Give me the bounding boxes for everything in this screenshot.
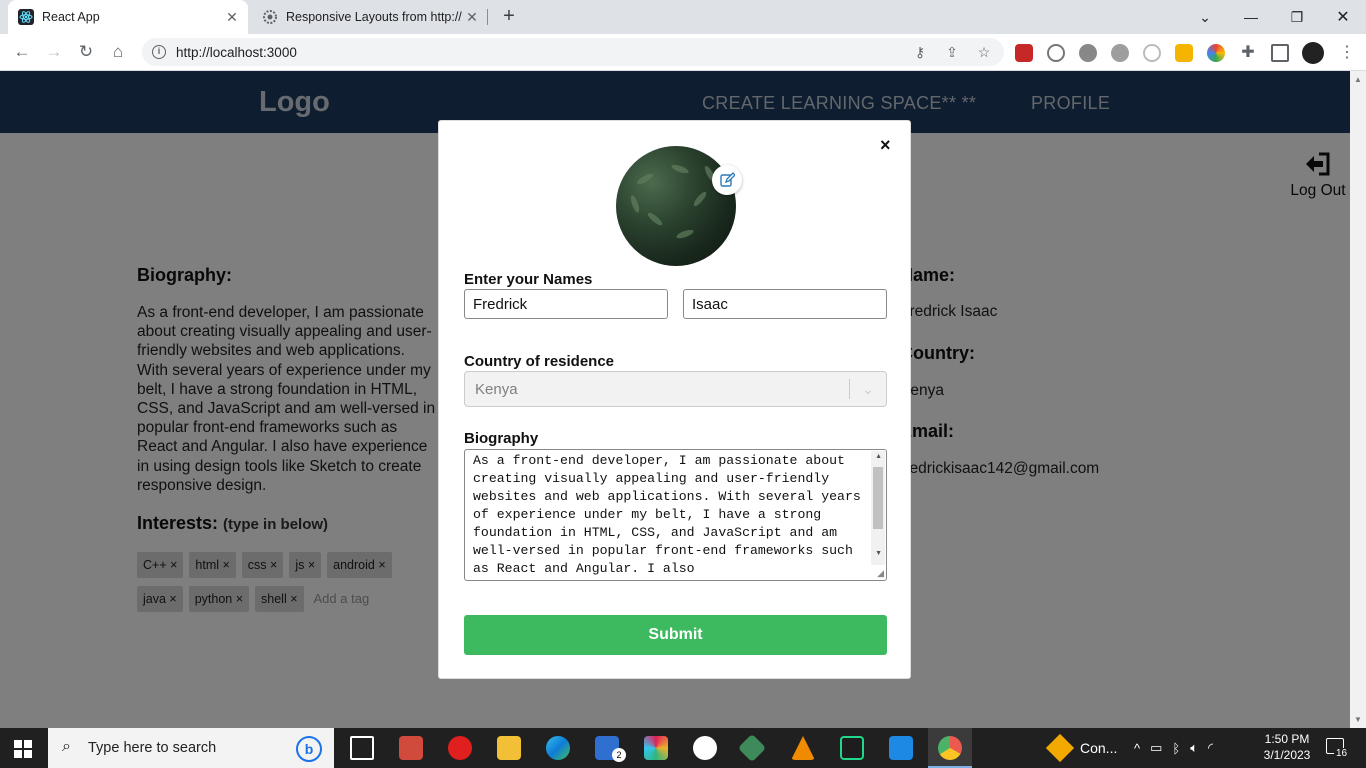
browser-toolbar: ← → ↻ ⌂ i http://localhost:3000 ⚷ ⇪ ☆ — [0, 34, 1366, 71]
last-name-input[interactable] — [683, 289, 887, 319]
tab-title: Responsive Layouts from http://lo — [286, 10, 462, 24]
tab-close-icon[interactable]: ✕ — [462, 9, 482, 26]
url-text: http://localhost:3000 — [176, 44, 297, 60]
edge-icon[interactable] — [546, 736, 570, 760]
file-explorer-icon[interactable] — [497, 736, 521, 760]
show-hidden-icons-icon[interactable]: ^ — [1134, 741, 1140, 756]
names-label: Enter your Names — [464, 271, 593, 288]
tab-responsive-layouts[interactable]: Responsive Layouts from http://lo ✕ — [252, 0, 488, 34]
tab-search-chevron-icon[interactable]: ⌄ — [1182, 0, 1228, 34]
browser-menu-icon[interactable]: ⋮ — [1338, 44, 1356, 62]
page-scrollbar[interactable]: ▲ ▼ — [1350, 71, 1366, 728]
volume-icon[interactable]: 🔈︎ — [1190, 740, 1198, 756]
profile-avatar[interactable] — [1302, 42, 1324, 64]
react-favicon-icon — [18, 9, 34, 25]
tab-close-icon[interactable]: ✕ — [222, 9, 242, 26]
git-icon[interactable] — [737, 733, 767, 763]
extension-red-icon[interactable] — [1015, 44, 1033, 62]
browser-tab-strip: React App ✕ Responsive Layouts from http… — [0, 0, 1366, 34]
key-icon[interactable]: ⚷ — [912, 44, 928, 60]
edit-pencil-icon — [720, 172, 735, 187]
extension-t-icon[interactable] — [1175, 44, 1193, 62]
biography-textarea[interactable]: As a front-end developer, I am passionat… — [464, 449, 887, 581]
restore-icon[interactable]: ❐ — [1274, 0, 1320, 34]
tab-divider — [487, 9, 488, 25]
forward-arrow-icon[interactable]: → — [44, 42, 64, 62]
tray-app-label: Con... — [1080, 740, 1118, 756]
country-label: Country of residence — [464, 353, 615, 370]
minimize-icon[interactable]: — — [1228, 0, 1274, 34]
bookmark-star-icon[interactable]: ☆ — [976, 44, 992, 60]
extension-color-icon[interactable] — [1207, 44, 1225, 62]
battery-icon[interactable]: ▭ — [1150, 740, 1162, 756]
extension-clock-icon[interactable] — [1047, 44, 1065, 62]
vlc-icon[interactable] — [791, 736, 815, 760]
task-view-icon[interactable] — [350, 736, 374, 760]
windows-taskbar: ⌕ Type here to search b 2 Con... ^ ▭ ᛒ 🔈… — [0, 728, 1366, 768]
taskbar-clock[interactable]: 1:50 PM 3/1/2023 — [1257, 731, 1317, 763]
tab-title: React App — [42, 10, 100, 24]
textarea-scroll-down-icon[interactable]: ▼ — [875, 550, 882, 557]
profile-picture — [616, 146, 736, 266]
windows-start-icon[interactable] — [14, 740, 32, 763]
first-name-input[interactable] — [464, 289, 668, 319]
clock-time: 1:50 PM — [1264, 732, 1310, 746]
scroll-down-icon[interactable]: ▼ — [1354, 715, 1362, 724]
country-select[interactable]: Kenya ⌄ — [464, 371, 887, 407]
notification-count: 16 — [1334, 748, 1350, 759]
opera-icon[interactable] — [448, 736, 472, 760]
country-select-value: Kenya — [475, 380, 518, 398]
textarea-scroll-thumb[interactable] — [873, 467, 883, 529]
resize-handle-icon[interactable]: ◢ — [877, 568, 884, 579]
textarea-scroll-up-icon[interactable]: ▲ — [875, 453, 882, 460]
tray-warning-icon — [1045, 733, 1075, 763]
address-bar[interactable]: i http://localhost:3000 ⚷ ⇪ ☆ — [142, 38, 1004, 66]
chevron-down-icon[interactable]: ⌄ — [850, 381, 886, 398]
pycharm-icon[interactable] — [840, 736, 864, 760]
bluetooth-icon[interactable]: ᛒ — [1172, 741, 1180, 756]
home-icon[interactable]: ⌂ — [108, 42, 128, 62]
bing-icon[interactable]: b — [296, 736, 322, 762]
biography-label: Biography — [464, 430, 539, 447]
taskbar-search-box[interactable]: ⌕ Type here to search b — [48, 728, 334, 768]
modal-close-icon[interactable]: × — [880, 135, 891, 156]
clock-date: 3/1/2023 — [1263, 748, 1311, 762]
window-close-icon[interactable]: ✕ — [1320, 0, 1366, 34]
edit-profile-modal: × Enter your Names Country of residence … — [438, 120, 911, 679]
adblock-icon[interactable] — [1111, 44, 1129, 62]
slack-icon[interactable] — [644, 736, 668, 760]
back-arrow-icon[interactable]: ← — [12, 42, 32, 62]
taskbar-app-red-icon[interactable] — [399, 736, 423, 760]
tab-react-app[interactable]: React App ✕ — [8, 0, 248, 34]
search-icon: ⌕ — [62, 738, 71, 755]
biography-textarea-text: As a front-end developer, I am passionat… — [473, 453, 869, 576]
mail-badge: 2 — [612, 748, 626, 762]
extension-face-icon[interactable] — [1143, 44, 1161, 62]
gear-favicon-icon — [262, 9, 278, 25]
site-info-icon[interactable]: i — [152, 45, 166, 59]
taskbar-search-placeholder: Type here to search — [88, 740, 217, 756]
vscode-icon[interactable] — [889, 736, 913, 760]
scroll-up-icon[interactable]: ▲ — [1354, 75, 1362, 84]
side-panel-icon[interactable] — [1271, 44, 1289, 62]
active-app-highlight — [928, 728, 972, 768]
reload-icon[interactable]: ↻ — [76, 42, 96, 62]
extension-gear-icon[interactable] — [1079, 44, 1097, 62]
edit-photo-button[interactable] — [712, 165, 742, 195]
tray-icons: ^ ▭ ᛒ 🔈︎ ◜ — [1134, 728, 1213, 768]
taskbar-app-w-icon[interactable] — [693, 736, 717, 760]
tray-app[interactable]: Con... — [1045, 728, 1118, 768]
new-tab-icon[interactable]: + — [498, 5, 520, 27]
wifi-icon[interactable]: ◜ — [1208, 740, 1213, 756]
submit-button[interactable]: Submit — [464, 615, 887, 655]
extensions-puzzle-icon[interactable]: ✚ — [1239, 44, 1257, 62]
share-icon[interactable]: ⇪ — [944, 44, 960, 60]
